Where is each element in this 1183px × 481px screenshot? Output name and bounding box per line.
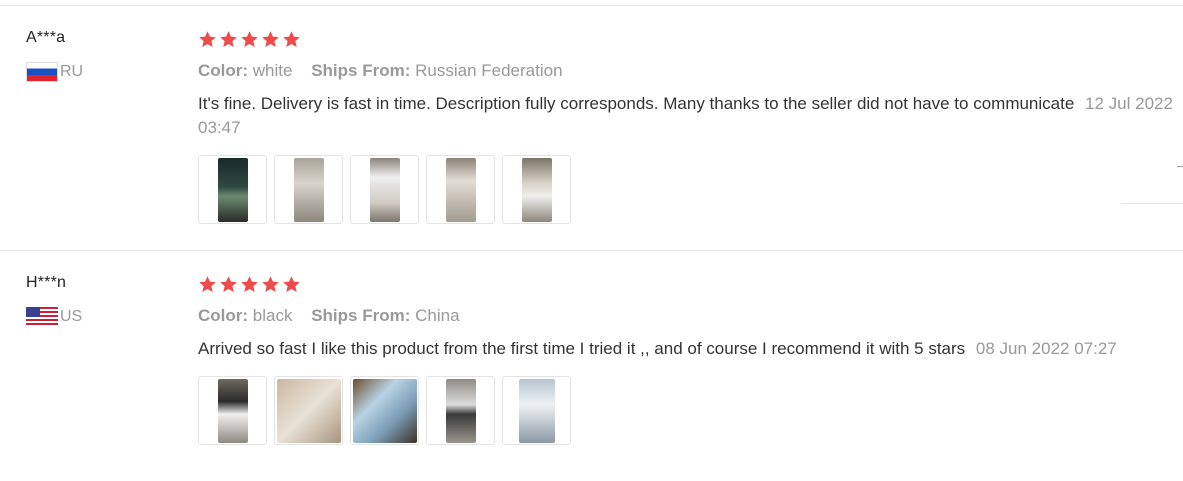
country-code: RU [60,63,84,80]
review-photos [198,376,1178,445]
ships-from-value: China [415,306,460,325]
review-item: H***n US Color: black Ships From: China … [0,250,1183,481]
star-icon [219,30,238,49]
country-code: US [60,308,83,325]
star-icon [198,30,217,49]
review-text: It's fine. Delivery is fast in time. Des… [198,92,1173,140]
review-photo-thumbnail[interactable] [502,376,571,445]
review-photo-thumbnail[interactable] [198,376,267,445]
review-content: It's fine. Delivery is fast in time. Des… [198,94,1075,113]
review-photo-thumbnail[interactable] [198,155,267,224]
color-value: black [252,306,293,325]
review-item: A***a RU Color: white Ships From: Russia… [0,5,1183,250]
ships-from-label: Ships From: [311,306,411,325]
star-icon [240,275,259,294]
usa-flag-icon [26,307,58,327]
star-rating [198,273,1178,295]
review-photo-thumbnail[interactable] [426,376,495,445]
review-photo-thumbnail[interactable] [350,155,419,224]
reviewer-info: H***n US [26,273,82,327]
review-photos [198,155,1178,224]
review-body: Color: black Ships From: China Arrived s… [198,273,1178,445]
divider [1177,166,1183,167]
color-value: white [252,61,293,80]
star-icon [261,275,280,294]
color-label: Color: [198,61,249,80]
review-date: 08 Jun 2022 07:27 [975,339,1117,358]
reviewer-country: RU [26,62,83,82]
review-photo-thumbnail[interactable] [274,376,343,445]
review-body: Color: white Ships From: Russian Federat… [198,28,1178,224]
review-photo-thumbnail[interactable] [426,155,495,224]
review-attributes: Color: white Ships From: Russian Federat… [198,60,1178,82]
star-icon [219,275,238,294]
star-icon [198,275,217,294]
ships-from-value: Russian Federation [415,61,563,80]
review-photo-thumbnail[interactable] [274,155,343,224]
reviewer-info: A***a RU [26,28,83,82]
review-photo-thumbnail[interactable] [350,376,419,445]
star-icon [240,30,259,49]
ships-from-label: Ships From: [311,61,411,80]
reviewer-name: H***n [26,274,67,291]
review-attributes: Color: black Ships From: China [198,305,1178,327]
review-content: Arrived so fast I like this product from… [198,339,966,358]
russia-flag-icon [26,62,58,82]
star-icon [282,30,301,49]
review-photo-thumbnail[interactable] [502,155,571,224]
star-icon [261,30,280,49]
star-icon [282,275,301,294]
reviewer-name: A***a [26,29,66,46]
divider [1121,203,1183,204]
star-rating [198,28,1178,50]
review-text: Arrived so fast I like this product from… [198,337,1173,361]
reviewer-country: US [26,307,82,327]
color-label: Color: [198,306,249,325]
